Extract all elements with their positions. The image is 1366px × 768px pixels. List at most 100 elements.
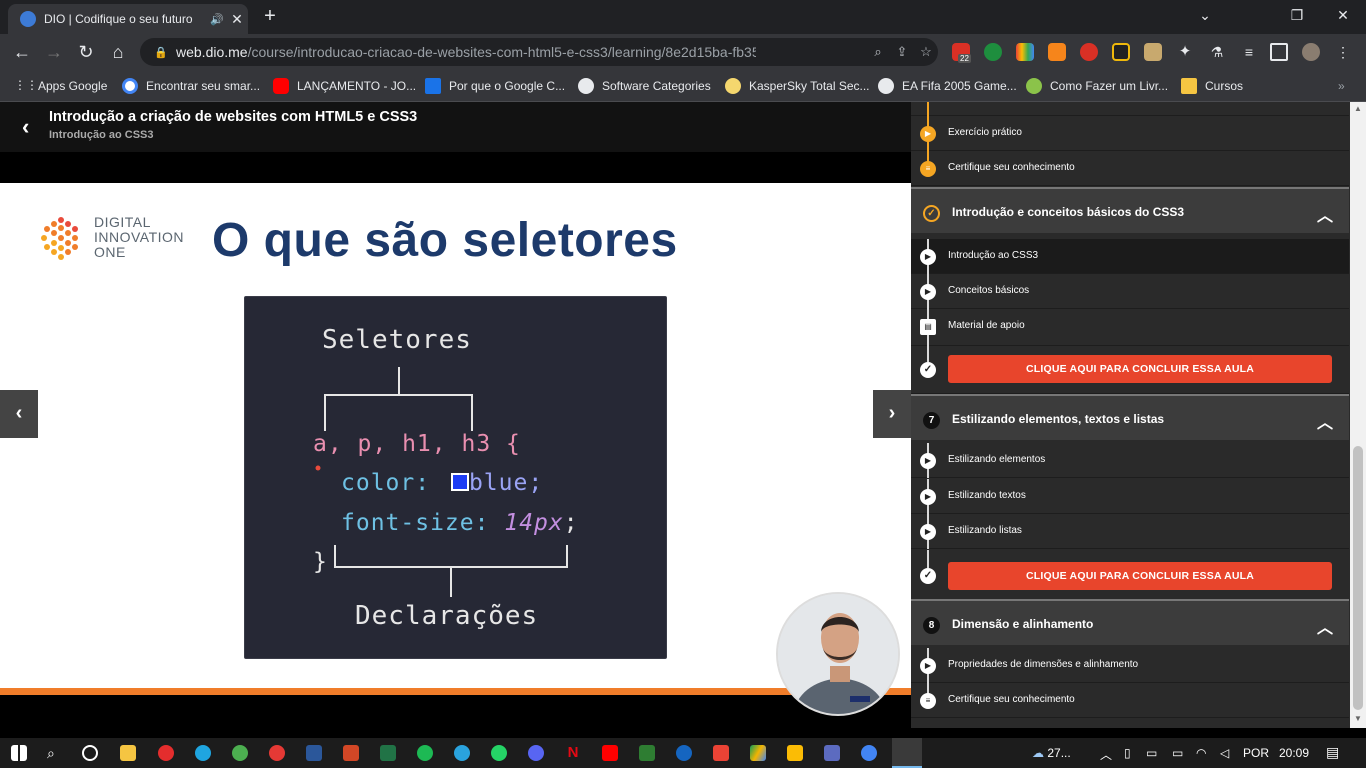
flask-icon[interactable]: ⚗ bbox=[1208, 43, 1226, 61]
sidebar-item-conceitos[interactable]: ▶ Conceitos básicos bbox=[911, 274, 1349, 309]
extension-sync-icon[interactable] bbox=[1080, 43, 1098, 61]
sidebar-item-estilizando-textos[interactable]: ▶ Estilizando textos bbox=[911, 479, 1349, 514]
share-icon[interactable]: ⇪ bbox=[890, 44, 914, 60]
conclude-row-1: ✓ CLIQUE AQUI PARA CONCLUIR ESSA AULA bbox=[911, 346, 1349, 394]
spotify-icon[interactable] bbox=[417, 745, 433, 761]
sidebar-item-certifique[interactable]: ≡ Certifique seu conhecimento bbox=[911, 151, 1349, 186]
file-explorer-icon[interactable] bbox=[120, 745, 136, 761]
forward-icon[interactable]: → bbox=[42, 40, 66, 64]
bookmark-fifa[interactable]: EA Fifa 2005 Game... bbox=[878, 76, 1017, 96]
course-title: Introdução a criação de websites com HTM… bbox=[49, 109, 418, 125]
bookmark-por-que[interactable]: Por que o Google C... bbox=[425, 76, 565, 96]
chevron-up-icon[interactable]: ︿ bbox=[1317, 202, 1333, 226]
restore-button[interactable]: ❐ bbox=[1274, 5, 1320, 27]
address-bar[interactable]: 🔒 web.dio.me/course/introducao-criacao-d… bbox=[140, 38, 938, 66]
bookmark-kaspersky[interactable]: KasperSky Total Sec... bbox=[725, 76, 870, 96]
gmail-icon[interactable] bbox=[713, 745, 729, 761]
chevron-up-icon[interactable]: ︿ bbox=[1317, 614, 1333, 638]
excel-icon[interactable] bbox=[380, 745, 396, 761]
notifications-icon[interactable]: ▤ bbox=[1326, 744, 1339, 761]
bookmark-encontrar[interactable]: Encontrar seu smar... bbox=[122, 76, 260, 96]
edge-icon[interactable] bbox=[195, 745, 211, 761]
section-7-header[interactable]: 7 Estilizando elementos, textos e listas… bbox=[911, 394, 1349, 440]
sidebar-item-material[interactable]: ▤ Material de apoio bbox=[911, 309, 1349, 346]
side-panel-icon[interactable] bbox=[1270, 43, 1288, 61]
tray-chevron-icon[interactable]: ︿ bbox=[1100, 746, 1112, 763]
dio-logo-icon bbox=[41, 217, 78, 260]
telegram-icon[interactable] bbox=[454, 745, 470, 761]
app-yellow-icon[interactable] bbox=[787, 745, 803, 761]
opera-icon[interactable] bbox=[158, 745, 174, 761]
chrome-active-icon[interactable] bbox=[892, 738, 922, 768]
profile-avatar-icon[interactable] bbox=[1302, 43, 1320, 61]
speaker-icon[interactable]: 🔊 bbox=[208, 13, 226, 26]
scroll-down-icon[interactable]: ▼ bbox=[1354, 714, 1362, 723]
clock[interactable]: 20:09 bbox=[1279, 746, 1309, 760]
browser-tab[interactable]: DIO | Codifique o seu futuro 🔊 ✕ bbox=[8, 4, 248, 34]
extension-dollar-icon[interactable] bbox=[984, 43, 1002, 61]
bookmarks-overflow-icon[interactable]: » bbox=[1338, 76, 1345, 96]
netflix-icon[interactable]: N bbox=[565, 745, 581, 761]
discord-icon[interactable] bbox=[528, 745, 544, 761]
bookmark-como-fazer[interactable]: Como Fazer um Livr... bbox=[1026, 76, 1168, 96]
home-icon[interactable]: ⌂ bbox=[106, 40, 130, 64]
bookmark-software[interactable]: Software Categories bbox=[578, 76, 711, 96]
word-icon[interactable] bbox=[306, 745, 322, 761]
app-red-icon[interactable] bbox=[269, 745, 285, 761]
tray-device-icon[interactable]: ▯ bbox=[1124, 746, 1131, 760]
scrollbar-thumb[interactable] bbox=[1353, 446, 1363, 710]
utorrent-icon[interactable] bbox=[232, 745, 248, 761]
section-8-header[interactable]: 8 Dimensão e alinhamento ︿ bbox=[911, 599, 1349, 645]
youtube-app-icon[interactable] bbox=[602, 745, 618, 761]
prev-slide-button[interactable]: ‹ bbox=[0, 390, 38, 438]
task-view-icon[interactable] bbox=[82, 745, 98, 761]
battery-icon[interactable]: ▭ bbox=[1172, 746, 1183, 760]
minimize-button[interactable]: ⌄ bbox=[1182, 5, 1228, 27]
wifi-icon[interactable]: ◠ bbox=[1196, 746, 1206, 760]
windows-start-icon[interactable] bbox=[11, 745, 27, 761]
extension-colors-icon[interactable] bbox=[1016, 43, 1034, 61]
puzzle-icon[interactable]: ✦ bbox=[1176, 43, 1194, 61]
bookmark-cursos[interactable]: Cursos bbox=[1181, 76, 1243, 96]
back-chevron-icon[interactable]: ‹ bbox=[22, 114, 29, 140]
powerpoint-icon[interactable] bbox=[343, 745, 359, 761]
star-icon[interactable]: ☆ bbox=[914, 44, 938, 60]
volume-icon[interactable]: ◁ bbox=[1220, 746, 1229, 760]
conclude-lesson-button[interactable]: CLIQUE AQUI PARA CONCLUIR ESSA AULA bbox=[948, 355, 1332, 383]
sidebar-item-estilizando-elementos[interactable]: ▶ Estilizando elementos bbox=[911, 443, 1349, 478]
app-monitor-icon[interactable] bbox=[824, 745, 840, 761]
bookmark-lancamento[interactable]: LANÇAMENTO - JO... bbox=[273, 76, 416, 96]
sidebar-item-estilizando-listas[interactable]: ▶ Estilizando listas bbox=[911, 514, 1349, 549]
app-green-icon[interactable] bbox=[639, 745, 655, 761]
search-icon[interactable]: ⌕ bbox=[47, 745, 63, 761]
new-tab-button[interactable]: + bbox=[258, 5, 282, 29]
chevron-up-icon[interactable]: ︿ bbox=[1317, 409, 1333, 433]
next-slide-button[interactable]: › bbox=[873, 390, 911, 438]
sidebar-item-exercicio[interactable]: ▶ Exercício prático bbox=[911, 116, 1349, 151]
sidebar-item-introducao-css3[interactable]: ▶ Introdução ao CSS3 bbox=[911, 239, 1349, 274]
vpn-icon[interactable] bbox=[676, 745, 692, 761]
whatsapp-icon[interactable] bbox=[491, 745, 507, 761]
sidebar-item-certifique-8[interactable]: ≡ Certifique seu conhecimento bbox=[911, 683, 1349, 718]
sidebar-item-propriedades[interactable]: ▶ Propriedades de dimensões e alinhament… bbox=[911, 648, 1349, 683]
extension-note-icon[interactable] bbox=[1144, 43, 1162, 61]
scroll-up-icon[interactable]: ▲ bbox=[1354, 104, 1362, 113]
zoom-search-icon[interactable]: ⌕ bbox=[866, 44, 890, 60]
metamask-icon[interactable] bbox=[1048, 43, 1066, 61]
media-queue-icon[interactable]: ≡ bbox=[1240, 43, 1258, 61]
binance-icon[interactable] bbox=[1112, 43, 1130, 61]
section-css3-header[interactable]: ✓ Introdução e conceitos básicos do CSS3… bbox=[911, 187, 1349, 233]
reload-icon[interactable]: ↻ bbox=[74, 40, 98, 64]
bookmark-apps-google[interactable]: ⋮⋮ Apps Google bbox=[14, 76, 107, 96]
chrome-icon[interactable] bbox=[861, 745, 877, 761]
sidebar-scrollbar[interactable]: ▲ ▼ bbox=[1350, 102, 1366, 728]
tray-monitor-icon[interactable]: ▭ bbox=[1146, 746, 1157, 760]
back-icon[interactable]: ← bbox=[10, 40, 34, 64]
tab-close-icon[interactable]: ✕ bbox=[226, 11, 248, 28]
google-drive-icon[interactable] bbox=[750, 745, 766, 761]
conclude-lesson-button[interactable]: CLIQUE AQUI PARA CONCLUIR ESSA AULA bbox=[948, 562, 1332, 590]
close-window-button[interactable]: ✕ bbox=[1320, 5, 1366, 27]
language-indicator[interactable]: POR bbox=[1243, 746, 1269, 760]
menu-kebab-icon[interactable]: ⋮ bbox=[1334, 43, 1352, 61]
weather-widget[interactable]: ☁ 27... bbox=[1032, 746, 1071, 760]
